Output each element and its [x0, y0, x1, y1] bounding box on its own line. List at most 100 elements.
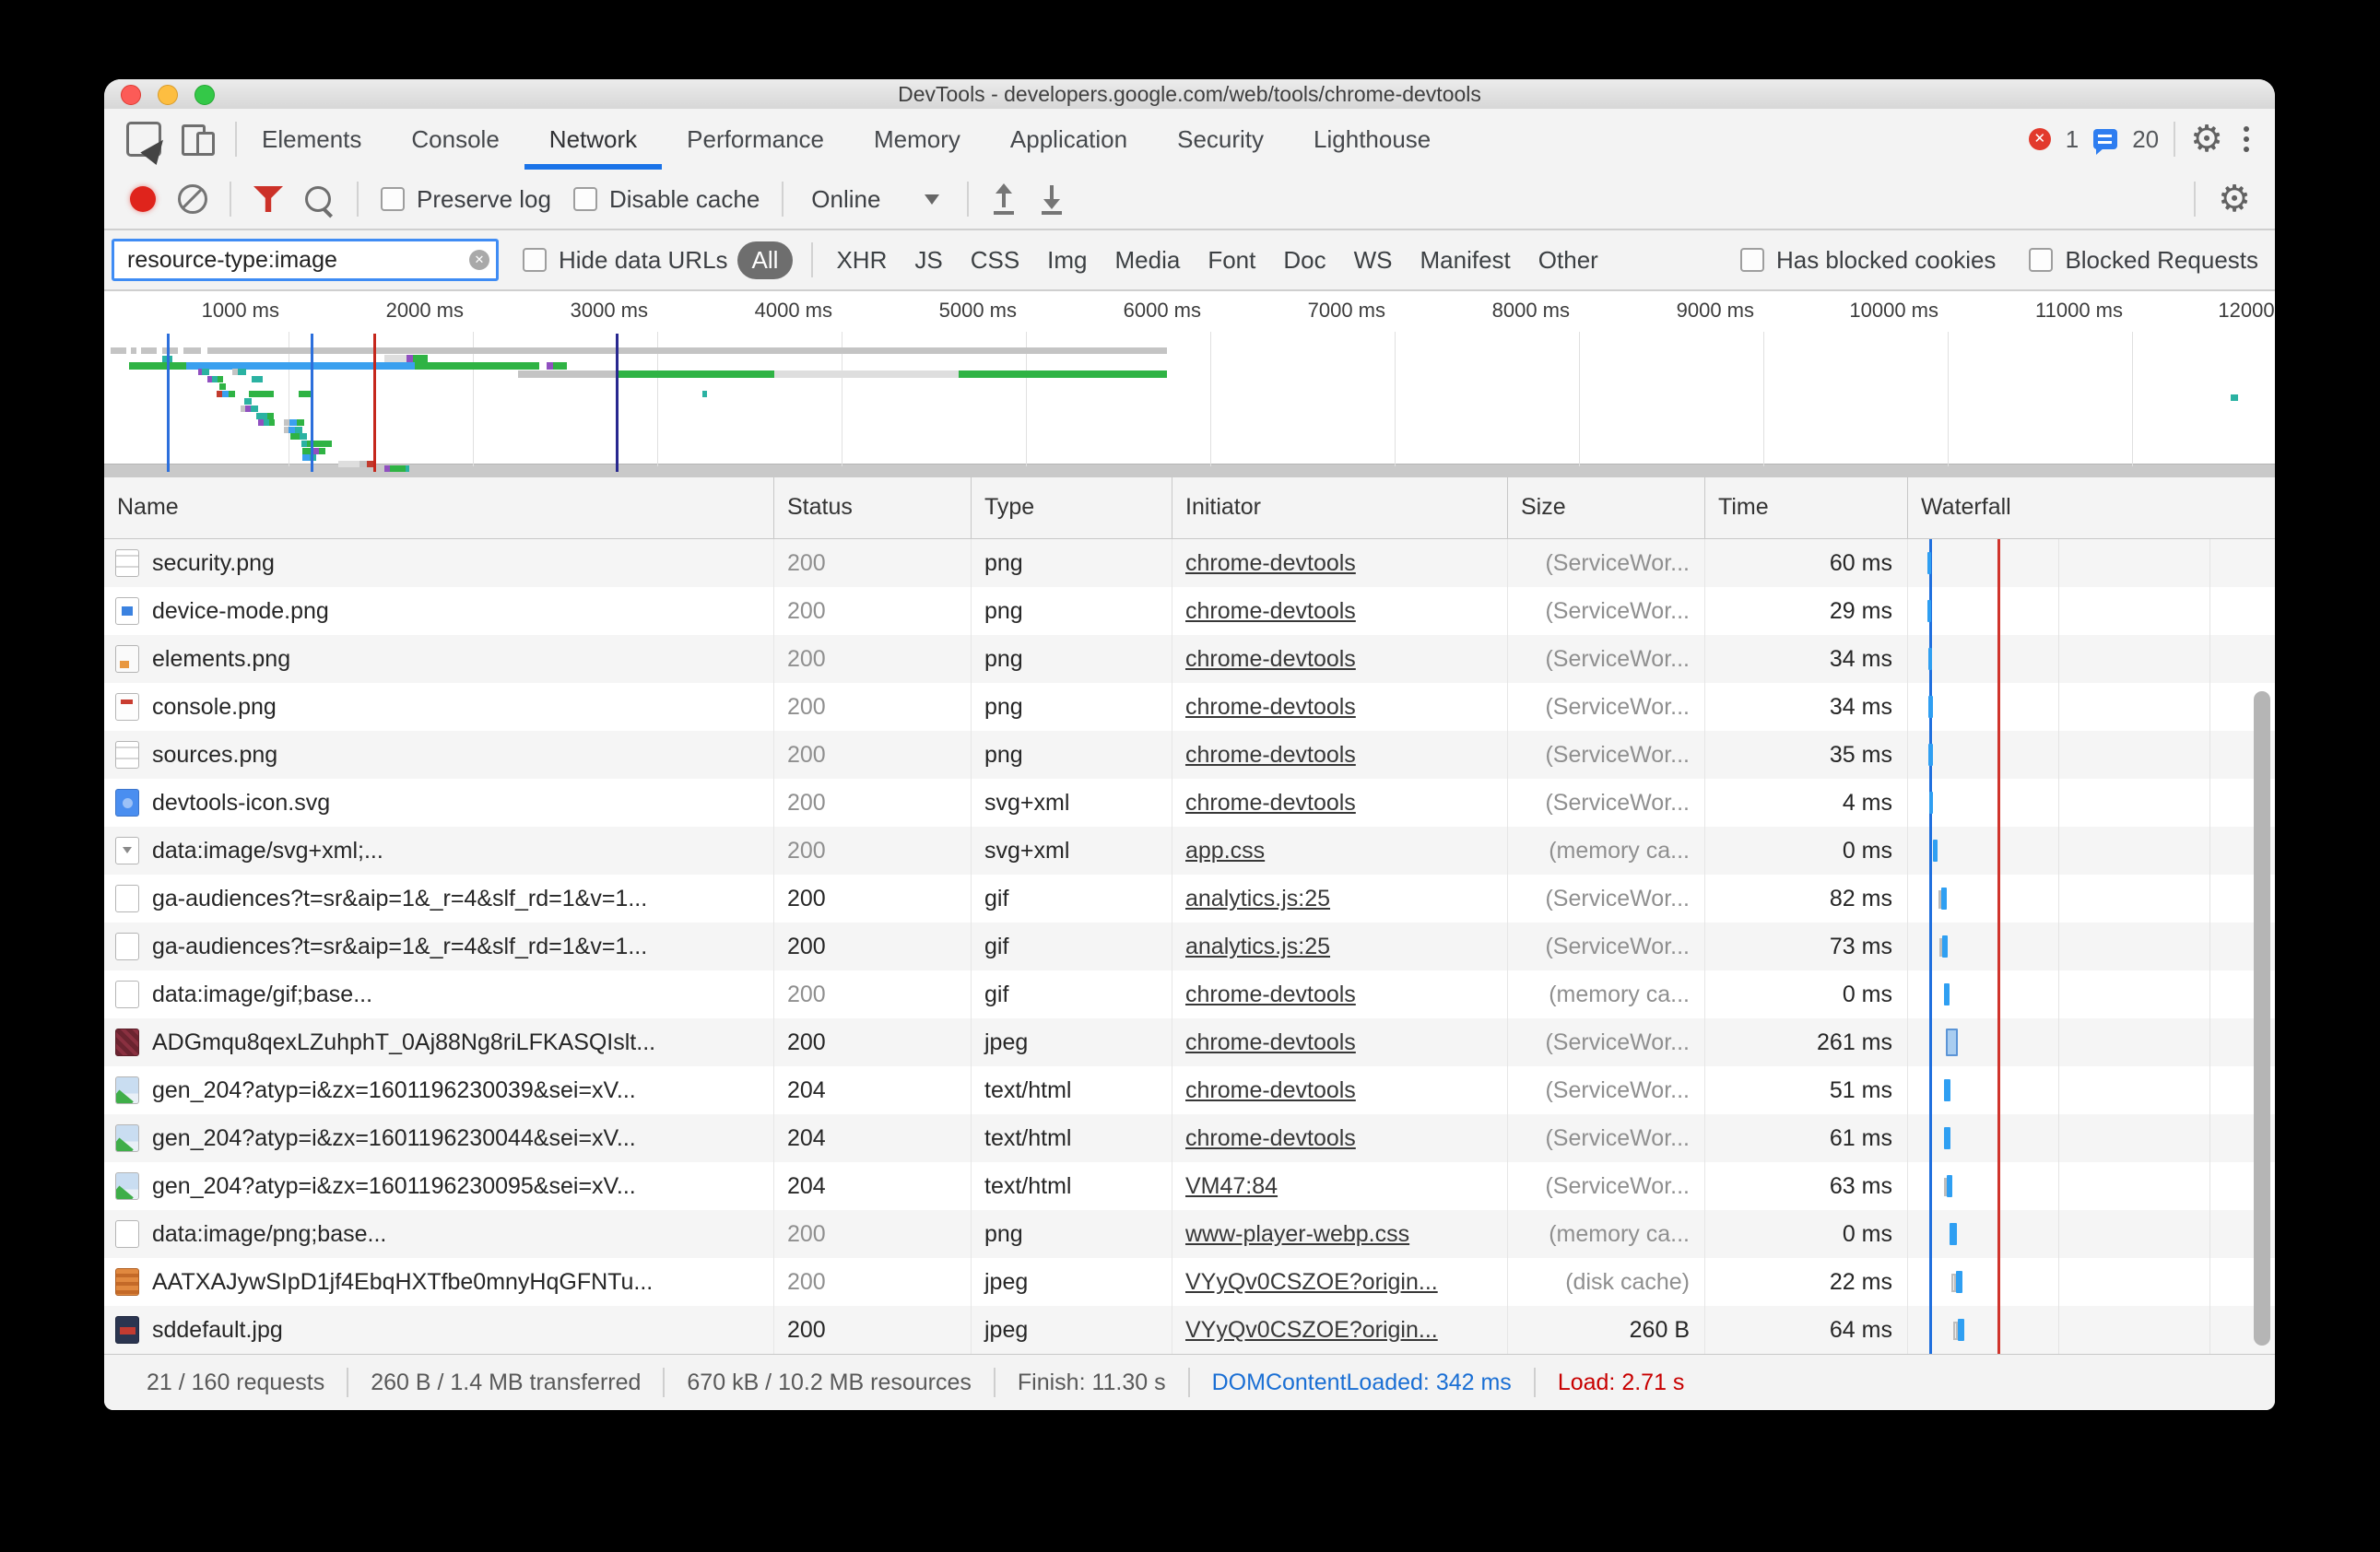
status-value: 200 [774, 539, 972, 587]
throttling-select[interactable]: Online [806, 185, 945, 214]
table-row[interactable]: gen_204?atyp=i&zx=1601196230095&sei=xV..… [104, 1162, 2275, 1210]
overview-bar [553, 362, 567, 370]
initiator-link[interactable]: chrome-devtools [1185, 1077, 1356, 1103]
filter-input[interactable] [112, 239, 499, 281]
message-bubble-icon[interactable] [2093, 129, 2117, 149]
table-row[interactable]: console.png200pngchrome-devtools(Service… [104, 683, 2275, 731]
inspect-element-icon[interactable] [126, 122, 161, 157]
column-header-waterfall[interactable]: Waterfall [1908, 477, 2275, 538]
network-settings-gear-icon[interactable]: ⚙ [2218, 181, 2251, 218]
window-title: DevTools - developers.google.com/web/too… [104, 79, 2275, 109]
search-icon[interactable] [305, 186, 331, 212]
initiator-link[interactable]: chrome-devtools [1185, 982, 1356, 1007]
table-row[interactable]: gen_204?atyp=i&zx=1601196230039&sei=xV..… [104, 1066, 2275, 1114]
table-row[interactable]: gen_204?atyp=i&zx=1601196230044&sei=xV..… [104, 1114, 2275, 1162]
initiator-link[interactable]: chrome-devtools [1185, 646, 1356, 672]
initiator-link[interactable]: VYyQv0CSZOE?origin... [1185, 1269, 1438, 1295]
import-har-icon[interactable] [991, 183, 1017, 215]
dcl-line [167, 334, 170, 472]
initiator-link[interactable]: chrome-devtools [1185, 550, 1356, 576]
filter-pill-font[interactable]: Font [1208, 246, 1255, 275]
type-value: png [972, 539, 1172, 587]
has-blocked-cookies-checkbox[interactable] [1740, 248, 1764, 272]
toolbar-right: ⚙ [2194, 181, 2275, 218]
initiator-link[interactable]: VYyQv0CSZOE?origin... [1185, 1317, 1438, 1343]
table-row[interactable]: data:image/gif;base...200gifchrome-devto… [104, 970, 2275, 1018]
timeline-overview[interactable]: 1000 ms2000 ms3000 ms4000 ms5000 ms6000 … [104, 291, 2275, 477]
filter-pill-ws[interactable]: WS [1354, 246, 1393, 275]
filter-pill-doc[interactable]: Doc [1283, 246, 1325, 275]
initiator-link[interactable]: VM47:84 [1185, 1173, 1278, 1199]
filter-pill-all[interactable]: All [737, 241, 794, 279]
table-row[interactable]: sources.png200pngchrome-devtools(Service… [104, 731, 2275, 779]
filter-pill-media[interactable]: Media [1115, 246, 1181, 275]
table-row[interactable]: ga-audiences?t=sr&aip=1&_r=4&slf_rd=1&v=… [104, 923, 2275, 970]
filter-icon[interactable] [253, 186, 283, 212]
tab-elements[interactable]: Elements [237, 109, 386, 170]
tab-performance[interactable]: Performance [662, 109, 849, 170]
more-options-icon[interactable] [2238, 126, 2255, 152]
preserve-log-checkbox[interactable] [381, 187, 405, 211]
column-header-time[interactable]: Time [1705, 477, 1908, 538]
initiator-link[interactable]: chrome-devtools [1185, 694, 1356, 720]
clear-filter-icon[interactable]: ✕ [469, 250, 489, 270]
table-row[interactable]: sddefault.jpg200jpegVYyQv0CSZOE?origin..… [104, 1306, 2275, 1354]
settings-gear-icon[interactable]: ⚙ [2190, 121, 2223, 158]
tab-lighthouse[interactable]: Lighthouse [1289, 109, 1455, 170]
record-button[interactable] [130, 186, 156, 212]
column-header-name[interactable]: Name [104, 477, 774, 538]
table-row[interactable]: device-mode.png200pngchrome-devtools(Ser… [104, 587, 2275, 635]
tab-console[interactable]: Console [386, 109, 524, 170]
table-row[interactable]: ADGmqu8qexLZuhphT_0Aj88Ng8riLFKASQIslt..… [104, 1018, 2275, 1066]
initiator-link[interactable]: www-player-webp.css [1185, 1221, 1409, 1247]
initiator-link[interactable]: chrome-devtools [1185, 790, 1356, 816]
hide-data-urls-checkbox[interactable] [523, 248, 547, 272]
tab-network[interactable]: Network [524, 109, 662, 170]
column-header-size[interactable]: Size [1508, 477, 1705, 538]
initiator-link[interactable]: chrome-devtools [1185, 598, 1356, 624]
table-row[interactable]: data:image/png;base...200pngwww-player-w… [104, 1210, 2275, 1258]
initiator-link[interactable]: chrome-devtools [1185, 742, 1356, 768]
table-row[interactable]: ga-audiences?t=sr&aip=1&_r=4&slf_rd=1&v=… [104, 875, 2275, 923]
time-value: 60 ms [1705, 539, 1908, 587]
initiator-link[interactable]: chrome-devtools [1185, 1125, 1356, 1151]
filter-pill-css[interactable]: CSS [971, 246, 1019, 275]
column-header-initiator[interactable]: Initiator [1172, 477, 1508, 538]
filter-pill-xhr[interactable]: XHR [836, 246, 887, 275]
error-badge-icon[interactable]: ✕ [2029, 128, 2051, 150]
column-header-type[interactable]: Type [972, 477, 1172, 538]
overview-gridline [2132, 332, 2133, 466]
vertical-scrollbar[interactable] [2254, 691, 2270, 1346]
filter-pill-other[interactable]: Other [1538, 246, 1598, 275]
export-har-icon[interactable] [1039, 183, 1065, 215]
table-row[interactable]: elements.png200pngchrome-devtools(Servic… [104, 635, 2275, 683]
initiator-link[interactable]: analytics.js:25 [1185, 886, 1330, 911]
blocked-requests-checkbox[interactable] [2029, 248, 2053, 272]
table-row[interactable]: data:image/svg+xml;...200svg+xmlapp.css(… [104, 827, 2275, 875]
overview-bar [300, 433, 307, 440]
table-row[interactable]: devtools-icon.svg200svg+xmlchrome-devtoo… [104, 779, 2275, 827]
disable-cache-checkbox[interactable] [573, 187, 597, 211]
table-row[interactable]: AATXAJywSIpD1jf4EbqHXTfbe0mnyHqGFNTu...2… [104, 1258, 2275, 1306]
overview-bar [256, 413, 267, 419]
initiator-link[interactable]: app.css [1185, 838, 1265, 864]
overview-bar [229, 391, 235, 397]
long-task-line [616, 334, 619, 472]
waterfall-bar [1928, 744, 1933, 766]
status-bar-item: DOMContentLoaded: 342 ms [1190, 1370, 1534, 1396]
table-row[interactable]: security.png200pngchrome-devtools(Servic… [104, 539, 2275, 587]
device-toolbar-icon[interactable] [182, 123, 217, 156]
tab-application[interactable]: Application [985, 109, 1152, 170]
overview-bar [219, 383, 226, 390]
filter-pill-img[interactable]: Img [1047, 246, 1087, 275]
clear-button[interactable] [178, 184, 207, 214]
initiator-link[interactable]: chrome-devtools [1185, 1029, 1356, 1055]
column-header-status[interactable]: Status [774, 477, 972, 538]
tab-security[interactable]: Security [1152, 109, 1289, 170]
initiator-link[interactable]: analytics.js:25 [1185, 934, 1330, 959]
filter-pill-manifest[interactable]: Manifest [1420, 246, 1511, 275]
tab-memory[interactable]: Memory [849, 109, 985, 170]
waterfall-gridline [2209, 539, 2210, 1354]
filter-pill-js[interactable]: JS [914, 246, 942, 275]
file-thumbnail-icon [115, 1172, 139, 1200]
